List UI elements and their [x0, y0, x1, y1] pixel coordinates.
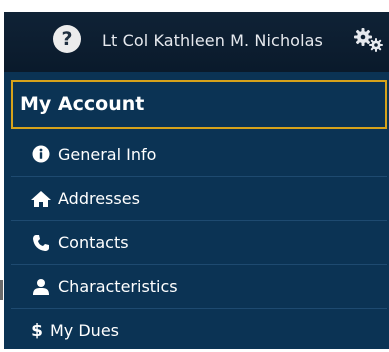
dollar-icon: $: [31, 320, 43, 341]
gears-icon[interactable]: [352, 26, 388, 54]
menu-item-contacts[interactable]: Contacts: [11, 220, 387, 264]
menu-item-label: Contacts: [58, 233, 129, 252]
account-panel-header[interactable]: My Account: [11, 80, 387, 129]
home-icon: [30, 189, 52, 209]
menu-item-label: General Info: [58, 144, 157, 164]
menu-item-general-info[interactable]: General Info: [11, 132, 387, 176]
user-icon: [30, 277, 52, 297]
menu-item-label: My Dues: [50, 321, 119, 340]
user-name[interactable]: Lt Col Kathleen M. Nicholas: [102, 31, 323, 50]
menu-item-addresses[interactable]: Addresses: [11, 176, 387, 220]
account-menu: General Info Addresses Contacts Characte…: [11, 132, 387, 352]
top-bar: ? Lt Col Kathleen M. Nicholas: [4, 12, 389, 72]
menu-item-my-dues[interactable]: $ My Dues: [11, 308, 387, 352]
info-circle-icon: [30, 144, 52, 164]
phone-icon: [30, 233, 52, 253]
help-icon[interactable]: ?: [53, 25, 81, 53]
menu-item-label: Addresses: [58, 189, 140, 208]
menu-item-label: Characteristics: [58, 277, 178, 296]
panel-title: My Account: [20, 93, 145, 115]
page-edge: [0, 280, 3, 300]
menu-item-characteristics[interactable]: Characteristics: [11, 264, 387, 308]
